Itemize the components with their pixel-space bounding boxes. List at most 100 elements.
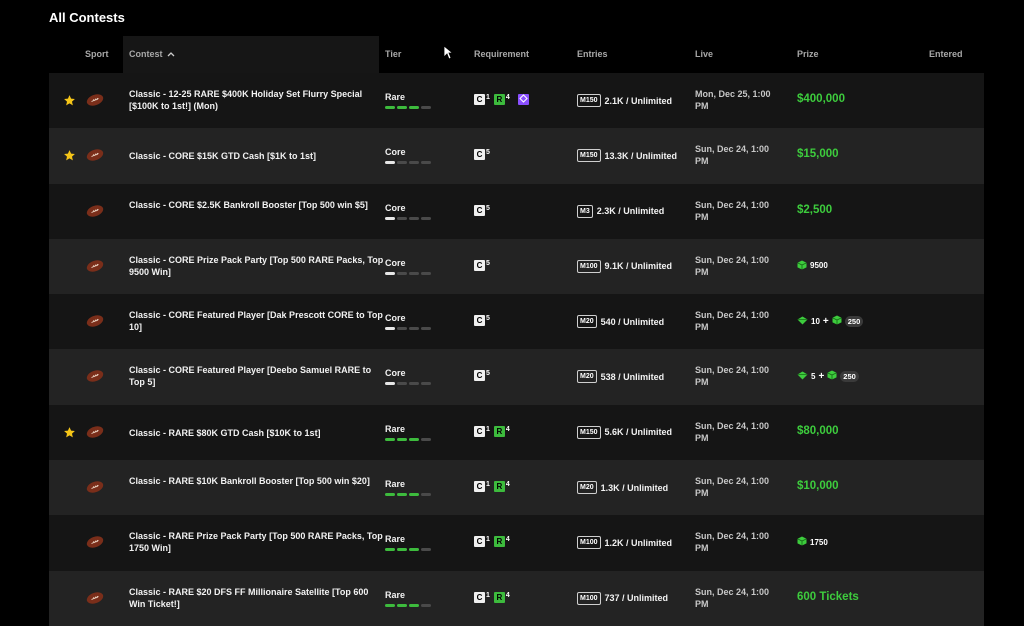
tier-label: Rare (385, 92, 406, 102)
header-requirement[interactable]: Requirement (474, 49, 529, 59)
live-time: Mon, Dec 25, 1:00 PM (695, 89, 771, 111)
entries-count: 1.3K / Unlimited (600, 482, 669, 493)
entries-cell: M20 1.3K / Unlimited (577, 481, 669, 495)
tier-bar (397, 216, 407, 220)
tier-cell: Rare (385, 479, 431, 497)
pack-icon (827, 370, 837, 382)
contest-row[interactable]: Classic - RARE $20 DFS FF Millionaire Sa… (49, 570, 984, 626)
live-time: Sun, Dec 24, 1:00 PM (695, 310, 770, 333)
tier-label: Rare (385, 479, 406, 490)
contest-title[interactable]: Classic - RARE $20 DFS FF Millionaire Sa… (129, 586, 384, 610)
contest-title[interactable]: Classic - CORE Featured Player [Deebo Sa… (129, 364, 384, 388)
football-icon (86, 315, 104, 329)
table-header: Sport Contest Tier Requirement Entries L… (49, 36, 984, 73)
contest-title[interactable]: Classic - RARE Prize Pack Party [Top 500… (129, 530, 384, 554)
rare-chip: R (493, 425, 505, 437)
pack-count: 250 (840, 370, 859, 382)
tier-bar (385, 327, 395, 331)
requirement-cell: C5 (474, 315, 493, 327)
contest-row[interactable]: Classic - CORE $15K GTD Cash [$1K to 1st… (49, 128, 984, 184)
contest-row[interactable]: Classic - RARE Prize Pack Party [Top 500… (49, 515, 984, 571)
entries-count: 13.3K / Unlimited (604, 150, 678, 161)
football-icon (86, 149, 104, 163)
tier-bar (409, 437, 419, 441)
header-sport[interactable]: Sport (85, 49, 109, 59)
featured-star-icon[interactable] (63, 149, 76, 164)
page-title: All Contests (49, 10, 125, 25)
tier-level-indicator (385, 548, 431, 552)
contest-title[interactable]: Classic - RARE $80K GTD Cash [$10K to 1s… (129, 427, 384, 439)
featured-star-icon[interactable] (63, 426, 76, 441)
sort-asc-icon (167, 49, 175, 59)
prize-pack: 1750 (797, 536, 828, 548)
live-time: Sun, Dec 24, 1:00 PM (695, 365, 770, 388)
contest-title[interactable]: Classic - 12-25 RARE $400K Holiday Set F… (129, 88, 384, 112)
tier-bar (421, 106, 431, 109)
contest-row[interactable]: Classic - CORE Featured Player [Deebo Sa… (49, 349, 984, 405)
tier-bar (385, 271, 395, 275)
pack-icon (797, 536, 807, 548)
requirement-cell: C5 (474, 259, 493, 271)
tier-bar (409, 603, 419, 607)
header-contest[interactable]: Contest (123, 36, 454, 73)
header-tier[interactable]: Tier (385, 49, 401, 59)
tier-level-indicator (385, 216, 431, 220)
header-entered[interactable]: Entered (929, 49, 963, 59)
pack-count: 1750 (810, 537, 828, 547)
max-entries-badge: M20 (577, 481, 597, 495)
tier-bar (397, 603, 407, 607)
core-count: 1 (486, 94, 490, 101)
contest-title[interactable]: Classic - CORE Prize Pack Party [Top 500… (129, 254, 384, 278)
contest-title[interactable]: Classic - CORE $15K GTD Cash [$1K to 1st… (129, 150, 384, 162)
plus-sign: + (822, 315, 829, 327)
contest-title[interactable]: Classic - CORE $2.5K Bankroll Booster [T… (129, 199, 384, 211)
rare-chip: R (493, 536, 505, 548)
contest-row[interactable]: Classic - RARE $10K Bankroll Booster [To… (49, 460, 984, 516)
tier-bar (397, 327, 407, 331)
tier-bar (397, 106, 407, 109)
contest-row[interactable]: Classic - RARE $80K GTD Cash [$10K to 1s… (49, 404, 984, 461)
header-entries[interactable]: Entries (577, 49, 608, 59)
header-prize[interactable]: Prize (797, 49, 819, 59)
core-count: 1 (486, 425, 490, 433)
live-time: Sun, Dec 24, 1:00 PM (695, 476, 770, 499)
football-icon (86, 204, 104, 219)
core-count: 5 (486, 370, 490, 378)
featured-star-icon[interactable] (63, 94, 76, 109)
tier-label: Core (385, 313, 406, 324)
header-live[interactable]: Live (695, 49, 713, 59)
tier-bar (409, 493, 419, 497)
max-entries-badge: M3 (577, 204, 593, 218)
tier-level-indicator (385, 493, 431, 497)
live-time: Sun, Dec 24, 1:00 PM (695, 531, 770, 554)
tier-cell: Core (385, 147, 431, 165)
rare-count: 4 (505, 481, 510, 489)
football-icon (86, 591, 104, 606)
tier-cell: Rare (385, 590, 431, 607)
tier-bar (385, 106, 395, 109)
prize-amount: $10,000 (797, 480, 839, 493)
contest-title[interactable]: Classic - RARE $10K Bankroll Booster [To… (129, 475, 384, 487)
contest-row[interactable]: Classic - CORE $2.5K Bankroll Booster [T… (49, 183, 984, 239)
entries-count: 538 / Unlimited (600, 371, 665, 382)
tier-cell: Rare (385, 534, 431, 552)
core-chip: C (474, 481, 485, 493)
tier-bar (397, 271, 407, 275)
tier-level-indicator (385, 382, 431, 386)
core-count: 1 (486, 591, 490, 599)
max-entries-badge: M150 (577, 425, 601, 439)
core-count: 5 (486, 204, 490, 212)
contest-row[interactable]: Classic - CORE Featured Player [Dak Pres… (49, 294, 984, 350)
tier-cell: Rare (385, 92, 431, 109)
contest-title[interactable]: Classic - CORE Featured Player [Dak Pres… (129, 309, 384, 333)
contest-row[interactable]: Classic - CORE Prize Pack Party [Top 500… (49, 238, 984, 295)
pack-icon (832, 315, 842, 327)
rare-count: 4 (505, 425, 510, 433)
core-chip: C (474, 370, 485, 382)
tier-label: Rare (385, 534, 406, 545)
prize-combo: 5 +250 (797, 370, 859, 382)
contest-row[interactable]: Classic - 12-25 RARE $400K Holiday Set F… (49, 73, 984, 129)
tier-label: Core (385, 257, 406, 268)
core-count: 5 (486, 259, 490, 267)
tier-bar (409, 382, 419, 386)
